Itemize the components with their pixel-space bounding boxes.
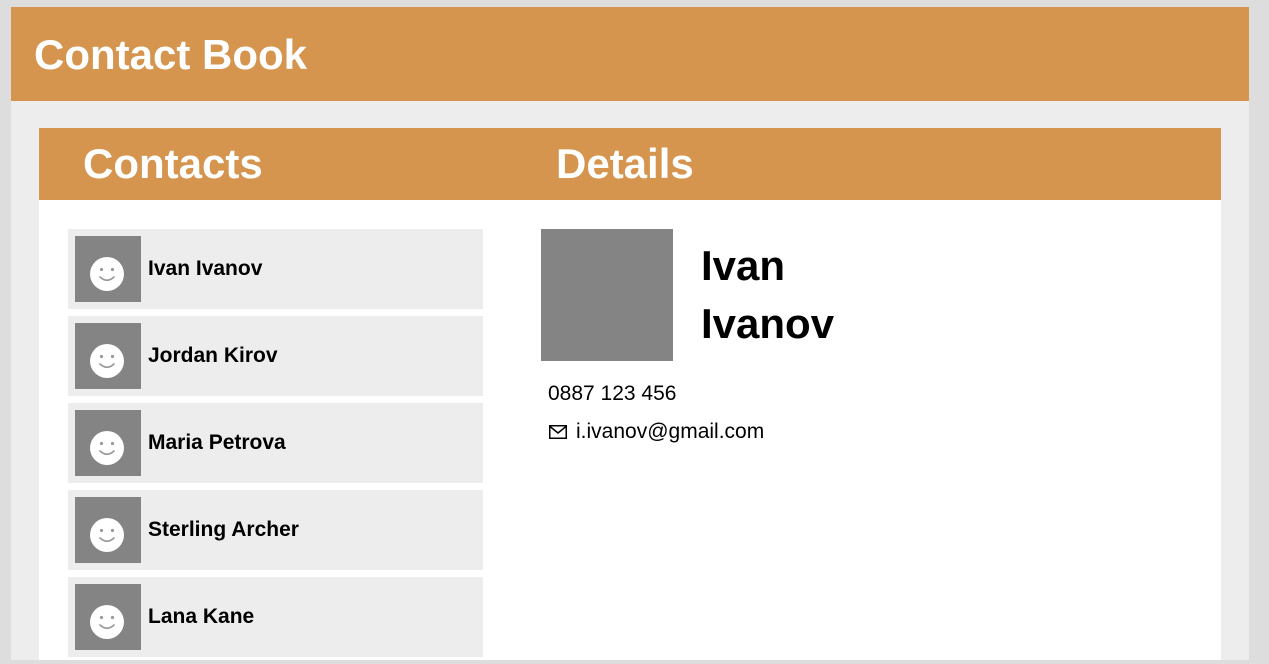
contact-item[interactable]: Sterling Archer bbox=[68, 490, 483, 570]
details-fullname: Ivan Ivanov bbox=[701, 237, 834, 353]
details-first-name: Ivan bbox=[701, 242, 786, 289]
app-header: Contact Book bbox=[11, 7, 1249, 101]
contact-item[interactable]: Jordan Kirov bbox=[68, 316, 483, 396]
contact-name: Maria Petrova bbox=[148, 431, 286, 454]
contact-item[interactable]: Lana Kane bbox=[68, 577, 483, 657]
details-email[interactable]: i.ivanov@gmail.com bbox=[576, 420, 764, 444]
contact-details: Ivan Ivanov 0887 123 456 i.ivanov@gmail.… bbox=[541, 229, 1191, 649]
contacts-heading: Contacts bbox=[83, 140, 263, 187]
contact-name: Jordan Kirov bbox=[148, 344, 278, 367]
details-phone: 0887 123 456 bbox=[548, 382, 677, 405]
details-heading: Details bbox=[556, 140, 694, 187]
envelope-icon bbox=[549, 425, 567, 439]
contact-avatar bbox=[75, 497, 141, 563]
contact-list: Ivan Ivanov Jordan Kirov Maria Petrova S… bbox=[68, 229, 483, 664]
contact-book-app: Contact Book Contacts Details Ivan Ivano… bbox=[11, 7, 1249, 660]
contact-avatar bbox=[75, 323, 141, 389]
smiley-face-icon bbox=[90, 431, 124, 465]
app-title: Contact Book bbox=[34, 31, 307, 78]
contact-item[interactable]: Maria Petrova bbox=[68, 403, 483, 483]
smiley-face-icon bbox=[90, 257, 124, 291]
contact-item[interactable]: Ivan Ivanov bbox=[68, 229, 483, 309]
contact-avatar bbox=[75, 236, 141, 302]
main-panel: Contacts Details Ivan Ivanov Jordan Kiro… bbox=[39, 128, 1221, 660]
smiley-face-icon bbox=[90, 344, 124, 378]
contact-name: Sterling Archer bbox=[148, 518, 299, 541]
details-last-name: Ivanov bbox=[701, 300, 835, 347]
smiley-face-icon bbox=[90, 605, 124, 639]
contact-avatar bbox=[75, 584, 141, 650]
details-photo bbox=[541, 229, 673, 361]
smiley-face-icon bbox=[90, 518, 124, 552]
contact-avatar bbox=[75, 410, 141, 476]
contact-name: Lana Kane bbox=[148, 605, 255, 628]
contact-name: Ivan Ivanov bbox=[148, 257, 263, 280]
panel-header: Contacts Details bbox=[39, 128, 1221, 200]
